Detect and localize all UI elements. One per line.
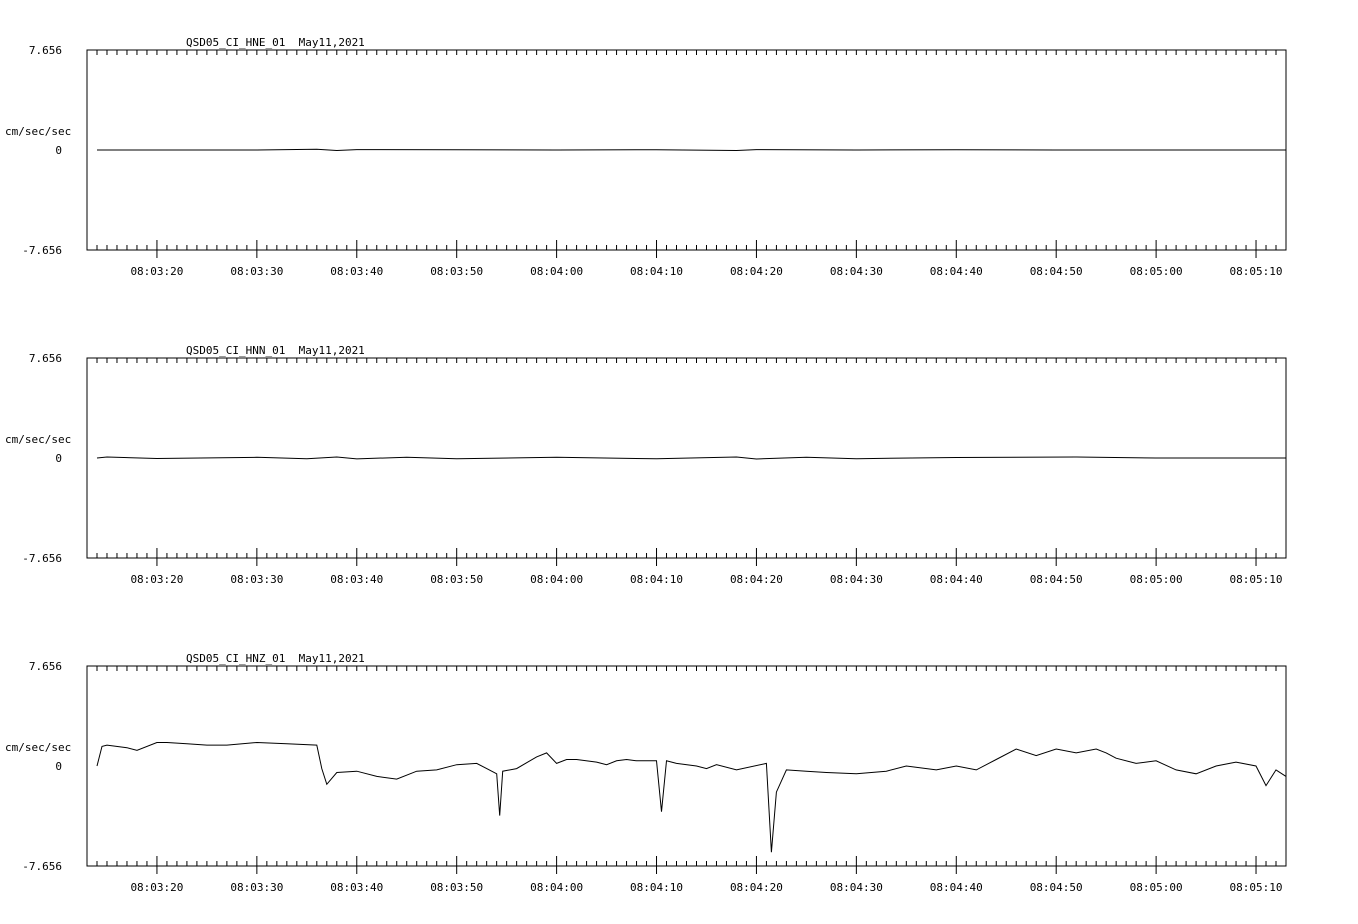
y-tick-label: 7.656: [29, 44, 62, 57]
x-tick-label: 08:04:20: [730, 881, 783, 894]
x-tick-label: 08:03:30: [230, 881, 283, 894]
x-tick-label: 08:05:10: [1230, 881, 1283, 894]
x-tick-label: 08:04:40: [930, 573, 983, 586]
x-tick-label: 08:04:30: [830, 573, 883, 586]
y-tick-label: 7.656: [29, 352, 62, 365]
x-tick-label: 08:04:40: [930, 881, 983, 894]
y-axis-label: cm/sec/sec: [5, 741, 71, 754]
y-tick-label: -7.656: [22, 860, 62, 873]
x-tick-label: 08:03:40: [330, 265, 383, 278]
x-tick-label: 08:04:50: [1030, 881, 1083, 894]
channel-title: QSD05_CI_HNN_01 May11,2021: [186, 344, 365, 357]
x-tick-label: 08:04:00: [530, 881, 583, 894]
seismogram-figure: QSD05_CI_HNE_01 May11,2021 cm/sec/sec 7.65…: [5, 36, 1287, 894]
panel-2: QSD05_CI_HNN_01 May11,2021 cm/sec/sec 7.65…: [5, 344, 1287, 586]
x-tick-label: 08:05:10: [1230, 573, 1283, 586]
panel-1: QSD05_CI_HNE_01 May11,2021 cm/sec/sec 7.65…: [5, 36, 1287, 278]
x-tick-label: 08:05:00: [1130, 573, 1183, 586]
y-tick-label: -7.656: [22, 244, 62, 257]
x-tick-label: 08:03:50: [430, 881, 483, 894]
x-tick-label: 08:04:20: [730, 573, 783, 586]
x-tick-label: 08:04:50: [1030, 265, 1083, 278]
y-tick-label: 0: [55, 452, 62, 465]
x-tick-label: 08:03:30: [230, 265, 283, 278]
x-tick-label: 08:03:30: [230, 573, 283, 586]
x-tick-label: 08:04:30: [830, 881, 883, 894]
waveform-trace: [96, 456, 1286, 460]
panel-3: QSD05_CI_HNZ_01 May11,2021 cm/sec/sec 7.65…: [5, 652, 1287, 894]
x-tick-label: 08:03:50: [430, 573, 483, 586]
x-tick-label: 08:03:40: [330, 573, 383, 586]
y-axis-label: cm/sec/sec: [5, 125, 71, 138]
plot-frame: [86, 665, 1287, 867]
x-tick-label: 08:03:20: [130, 573, 183, 586]
y-tick-label: 0: [55, 144, 62, 157]
x-tick-label: 08:04:00: [530, 265, 583, 278]
x-tick-label: 08:05:10: [1230, 265, 1283, 278]
x-tick-label: 08:03:20: [130, 265, 183, 278]
y-tick-label: 7.656: [29, 660, 62, 673]
channel-title: QSD05_CI_HNZ_01 May11,2021: [186, 652, 365, 665]
y-axis-label: cm/sec/sec: [5, 433, 71, 446]
x-tick-label: 08:03:20: [130, 881, 183, 894]
x-tick-label: 08:03:40: [330, 881, 383, 894]
x-tick-label: 08:04:20: [730, 265, 783, 278]
x-tick-label: 08:04:00: [530, 573, 583, 586]
x-tick-label: 08:04:50: [1030, 573, 1083, 586]
x-tick-label: 08:04:10: [630, 573, 683, 586]
y-tick-label: -7.656: [22, 552, 62, 565]
waveform-trace: [97, 148, 1286, 152]
x-tick-label: 08:05:00: [1130, 881, 1183, 894]
x-tick-label: 08:04:10: [630, 881, 683, 894]
x-tick-label: 08:04:10: [630, 265, 683, 278]
waveform-trace: [96, 741, 1287, 853]
x-tick-label: 08:04:30: [830, 265, 883, 278]
x-tick-label: 08:03:50: [430, 265, 483, 278]
y-tick-label: 0: [55, 760, 62, 773]
x-tick-label: 08:05:00: [1130, 265, 1183, 278]
x-tick-label: 08:04:40: [930, 265, 983, 278]
channel-title: QSD05_CI_HNE_01 May11,2021: [186, 36, 365, 49]
